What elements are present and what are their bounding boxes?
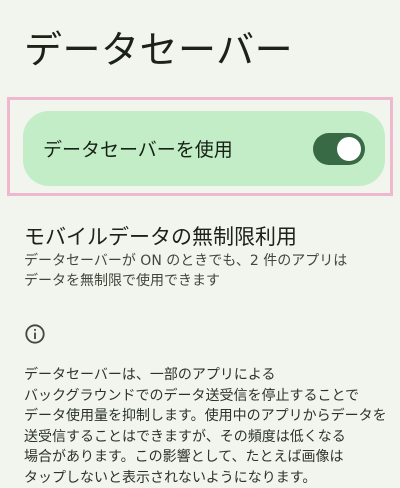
unrestricted-data-title[interactable]: モバイルデータの無制限利用 — [24, 222, 297, 252]
description-line: データセーバーが ON のときでも、2 件のアプリは — [24, 251, 384, 271]
use-data-saver-label: データセーバーを使用 — [43, 135, 233, 162]
data-saver-toggle[interactable] — [313, 133, 365, 165]
toggle-thumb — [337, 137, 361, 161]
description-line: データを無制限で使用できます — [24, 271, 384, 291]
footer-line: データ使用量を抑制します。使用中のアプリからデータを — [24, 406, 394, 427]
footer-line: バックグラウンドでのデータ送受信を停止することで — [24, 386, 394, 407]
page-title: データセーバー — [24, 24, 293, 76]
unrestricted-data-description[interactable]: データセーバーが ON のときでも、2 件のアプリは データを無制限で使用できま… — [24, 251, 384, 291]
info-icon — [24, 323, 46, 345]
data-saver-footer-text: データセーバーは、一部のアプリによる バックグラウンドでのデータ送受信を停止する… — [24, 365, 394, 488]
use-data-saver-switch-row[interactable]: データセーバーを使用 — [23, 111, 385, 186]
footer-line: データセーバーは、一部のアプリによる — [24, 365, 394, 386]
footer-line: 送受信することはできますが、その頻度は低くなる — [24, 427, 394, 448]
footer-line: 場合があります。この影響として、たとえば画像は — [24, 447, 394, 468]
